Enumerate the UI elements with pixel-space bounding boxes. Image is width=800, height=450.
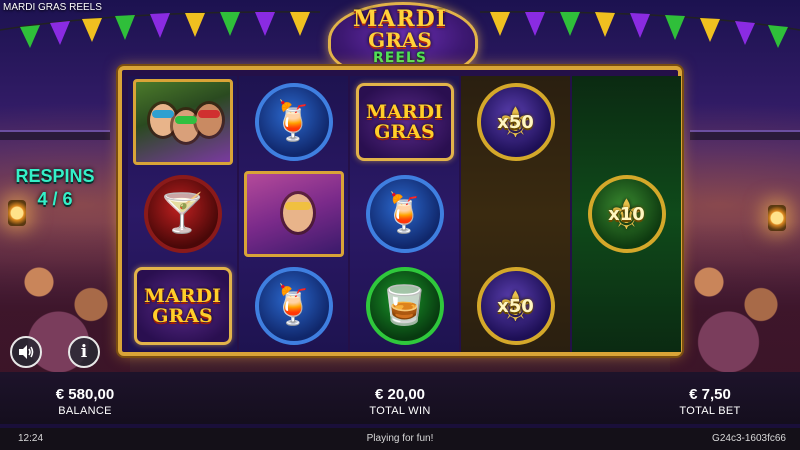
mardi-gras-badge: MARDI GRAS bbox=[133, 267, 232, 345]
fleur-de-lis-icon: ⚜ x10 bbox=[587, 175, 666, 253]
mojito-glass-icon: 🥃 bbox=[365, 267, 444, 345]
symbol-cocktail-blue: 🍹 bbox=[239, 260, 348, 352]
total-bet-value: € 7,50 bbox=[689, 386, 731, 403]
logo-text-gras: GRAS bbox=[368, 28, 432, 52]
symbol-cocktail-blue: 🍹 bbox=[239, 76, 348, 168]
badge-text-gras: GRAS bbox=[374, 121, 435, 143]
symbol-cocktail-blue: 🍹 bbox=[350, 168, 459, 260]
mask bbox=[197, 110, 220, 118]
glass: 🍹 bbox=[380, 193, 429, 235]
status-bar: 12:24 Playing for fun! G24c3-1603fc66 bbox=[0, 428, 800, 450]
symbol-portrait-single bbox=[239, 168, 348, 260]
badge-text-mardi: MARDI bbox=[366, 101, 443, 123]
cocktail-glass-icon: 🍹 bbox=[365, 175, 444, 253]
symbol-mardi-gras-logo: MARDI GRAS bbox=[128, 260, 237, 352]
badge-text-mardi: MARDI bbox=[144, 285, 221, 307]
cocktail-glass-icon: 🍹 bbox=[254, 83, 333, 161]
face bbox=[172, 110, 199, 142]
logo-text-reels: REELS bbox=[373, 50, 427, 66]
face bbox=[282, 194, 313, 232]
glass: 🍹 bbox=[269, 101, 318, 143]
multiplier-value: x50 bbox=[497, 111, 534, 133]
symbol-multiplier: ⚜ x50 bbox=[461, 76, 570, 168]
info-button[interactable]: i bbox=[68, 336, 100, 368]
balance-display: € 580,00 BALANCE bbox=[30, 386, 140, 417]
crowd-right bbox=[670, 222, 800, 372]
three-masked-ladies-icon bbox=[132, 79, 233, 165]
balcony-right bbox=[690, 130, 800, 140]
total-bet-label: TOTAL BET bbox=[679, 405, 741, 417]
symbol-multiplier: ⚜ x50 bbox=[461, 260, 570, 352]
mask bbox=[151, 110, 174, 118]
symbol-mardi-gras-logo: MARDI GRAS bbox=[350, 76, 459, 168]
fleur-de-lis-icon: ⚜ x50 bbox=[476, 267, 555, 345]
symbol-cocktail-red: 🍸 bbox=[128, 168, 237, 260]
reel-5: ⚜ x10 bbox=[572, 76, 681, 352]
mardi-gras-badge: MARDI GRAS bbox=[355, 83, 454, 161]
total-bet-display: € 7,50 TOTAL BET bbox=[655, 386, 765, 417]
balance-value: € 580,00 bbox=[55, 386, 115, 403]
sound-button[interactable] bbox=[10, 336, 42, 368]
mask bbox=[284, 202, 311, 210]
respins-counter: RESPINS 4 / 6 bbox=[6, 166, 104, 210]
face bbox=[149, 104, 176, 136]
glass: 🥃 bbox=[380, 285, 429, 327]
total-win-label: TOTAL WIN bbox=[369, 405, 431, 417]
glass: 🍹 bbox=[269, 285, 318, 327]
badge-text-gras: GRAS bbox=[152, 305, 213, 327]
reel-frame: 🍸 MARDI GRAS 🍹 🍹 MARDI GRAS 🍹 🥃 ⚜ x50 ⚜ … bbox=[118, 66, 682, 356]
balcony-left bbox=[0, 130, 110, 140]
symbol-portrait-trio bbox=[128, 76, 237, 168]
reel-2: 🍹 🍹 bbox=[239, 76, 348, 352]
total-win-value: € 20,00 bbox=[374, 386, 426, 403]
reel-4: ⚜ x50 ⚜ x50 bbox=[461, 76, 570, 352]
total-win-display: € 20,00 TOTAL WIN bbox=[345, 386, 455, 417]
session-id: G24c3-1603fc66 bbox=[712, 433, 786, 444]
martini-glass-icon: 🍸 bbox=[143, 175, 222, 253]
symbol-cocktail-green: 🥃 bbox=[350, 260, 459, 352]
glass: 🍸 bbox=[158, 193, 207, 235]
reel-3: MARDI GRAS 🍹 🥃 bbox=[350, 76, 459, 352]
cocktail-glass-icon: 🍹 bbox=[254, 267, 333, 345]
multiplier-value: x10 bbox=[608, 203, 645, 225]
respins-label: RESPINS bbox=[15, 166, 95, 186]
mask bbox=[174, 116, 197, 124]
respins-progress: 4 / 6 bbox=[37, 189, 73, 209]
multiplier-value: x50 bbox=[497, 295, 534, 317]
face bbox=[195, 104, 222, 136]
game-logo: MARDI GRAS REELS bbox=[320, 0, 480, 78]
reel-1: 🍸 MARDI GRAS bbox=[128, 76, 237, 352]
speaker-icon bbox=[19, 345, 34, 359]
symbol-multiplier: ⚜ x10 bbox=[572, 168, 681, 260]
info-bar: € 580,00 BALANCE € 20,00 TOTAL WIN € 7,5… bbox=[0, 372, 800, 424]
masked-lady-icon bbox=[243, 171, 344, 257]
balance-label: BALANCE bbox=[58, 405, 112, 417]
fleur-de-lis-icon: ⚜ x50 bbox=[476, 83, 555, 161]
info-icon: i bbox=[80, 342, 88, 362]
play-mode-message: Playing for fun! bbox=[366, 433, 434, 444]
